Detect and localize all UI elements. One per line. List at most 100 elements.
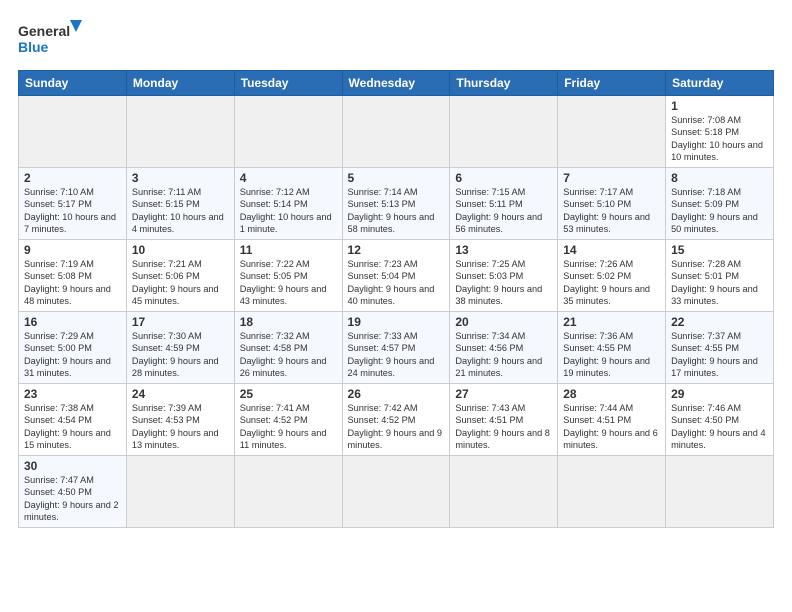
day-number: 12 [348, 243, 445, 257]
calendar-cell [19, 96, 127, 168]
day-info: Sunrise: 7:33 AM Sunset: 4:57 PM Dayligh… [348, 330, 445, 380]
day-info: Sunrise: 7:19 AM Sunset: 5:08 PM Dayligh… [24, 258, 121, 308]
day-info: Sunrise: 7:15 AM Sunset: 5:11 PM Dayligh… [455, 186, 552, 236]
calendar-cell: 27Sunrise: 7:43 AM Sunset: 4:51 PM Dayli… [450, 384, 558, 456]
day-info: Sunrise: 7:29 AM Sunset: 5:00 PM Dayligh… [24, 330, 121, 380]
calendar-cell: 6Sunrise: 7:15 AM Sunset: 5:11 PM Daylig… [450, 168, 558, 240]
day-info: Sunrise: 7:12 AM Sunset: 5:14 PM Dayligh… [240, 186, 337, 236]
calendar-cell: 8Sunrise: 7:18 AM Sunset: 5:09 PM Daylig… [666, 168, 774, 240]
day-number: 2 [24, 171, 121, 185]
day-number: 4 [240, 171, 337, 185]
week-row-3: 9Sunrise: 7:19 AM Sunset: 5:08 PM Daylig… [19, 240, 774, 312]
logo-svg: General Blue [18, 18, 88, 60]
header: General Blue [18, 18, 774, 60]
calendar-cell: 10Sunrise: 7:21 AM Sunset: 5:06 PM Dayli… [126, 240, 234, 312]
calendar-cell: 7Sunrise: 7:17 AM Sunset: 5:10 PM Daylig… [558, 168, 666, 240]
day-info: Sunrise: 7:47 AM Sunset: 4:50 PM Dayligh… [24, 474, 121, 524]
calendar-cell: 30Sunrise: 7:47 AM Sunset: 4:50 PM Dayli… [19, 456, 127, 528]
day-number: 19 [348, 315, 445, 329]
calendar-cell: 9Sunrise: 7:19 AM Sunset: 5:08 PM Daylig… [19, 240, 127, 312]
day-number: 22 [671, 315, 768, 329]
day-number: 26 [348, 387, 445, 401]
day-number: 8 [671, 171, 768, 185]
calendar-cell: 29Sunrise: 7:46 AM Sunset: 4:50 PM Dayli… [666, 384, 774, 456]
day-info: Sunrise: 7:32 AM Sunset: 4:58 PM Dayligh… [240, 330, 337, 380]
calendar-cell: 28Sunrise: 7:44 AM Sunset: 4:51 PM Dayli… [558, 384, 666, 456]
calendar-cell: 18Sunrise: 7:32 AM Sunset: 4:58 PM Dayli… [234, 312, 342, 384]
calendar-cell: 13Sunrise: 7:25 AM Sunset: 5:03 PM Dayli… [450, 240, 558, 312]
day-info: Sunrise: 7:42 AM Sunset: 4:52 PM Dayligh… [348, 402, 445, 452]
day-info: Sunrise: 7:14 AM Sunset: 5:13 PM Dayligh… [348, 186, 445, 236]
weekday-header-saturday: Saturday [666, 71, 774, 96]
day-number: 1 [671, 99, 768, 113]
calendar-cell: 19Sunrise: 7:33 AM Sunset: 4:57 PM Dayli… [342, 312, 450, 384]
calendar-cell [234, 96, 342, 168]
day-number: 5 [348, 171, 445, 185]
calendar-cell [558, 96, 666, 168]
calendar-cell [558, 456, 666, 528]
day-number: 28 [563, 387, 660, 401]
weekday-header-monday: Monday [126, 71, 234, 96]
svg-text:General: General [18, 23, 70, 39]
day-info: Sunrise: 7:21 AM Sunset: 5:06 PM Dayligh… [132, 258, 229, 308]
day-number: 23 [24, 387, 121, 401]
day-info: Sunrise: 7:30 AM Sunset: 4:59 PM Dayligh… [132, 330, 229, 380]
day-number: 16 [24, 315, 121, 329]
weekday-header-thursday: Thursday [450, 71, 558, 96]
day-info: Sunrise: 7:44 AM Sunset: 4:51 PM Dayligh… [563, 402, 660, 452]
day-number: 18 [240, 315, 337, 329]
day-number: 30 [24, 459, 121, 473]
week-row-4: 16Sunrise: 7:29 AM Sunset: 5:00 PM Dayli… [19, 312, 774, 384]
svg-text:Blue: Blue [18, 39, 49, 55]
calendar-cell [666, 456, 774, 528]
day-info: Sunrise: 7:08 AM Sunset: 5:18 PM Dayligh… [671, 114, 768, 164]
day-info: Sunrise: 7:41 AM Sunset: 4:52 PM Dayligh… [240, 402, 337, 452]
day-number: 17 [132, 315, 229, 329]
weekday-header-friday: Friday [558, 71, 666, 96]
calendar-cell: 17Sunrise: 7:30 AM Sunset: 4:59 PM Dayli… [126, 312, 234, 384]
day-info: Sunrise: 7:23 AM Sunset: 5:04 PM Dayligh… [348, 258, 445, 308]
day-number: 14 [563, 243, 660, 257]
calendar-cell [342, 456, 450, 528]
day-info: Sunrise: 7:28 AM Sunset: 5:01 PM Dayligh… [671, 258, 768, 308]
week-row-1: 1Sunrise: 7:08 AM Sunset: 5:18 PM Daylig… [19, 96, 774, 168]
day-info: Sunrise: 7:43 AM Sunset: 4:51 PM Dayligh… [455, 402, 552, 452]
day-number: 6 [455, 171, 552, 185]
calendar-cell: 11Sunrise: 7:22 AM Sunset: 5:05 PM Dayli… [234, 240, 342, 312]
page: General Blue SundayMondayTuesdayWednesda… [0, 0, 792, 612]
day-info: Sunrise: 7:38 AM Sunset: 4:54 PM Dayligh… [24, 402, 121, 452]
calendar-table: SundayMondayTuesdayWednesdayThursdayFrid… [18, 70, 774, 528]
calendar-cell: 5Sunrise: 7:14 AM Sunset: 5:13 PM Daylig… [342, 168, 450, 240]
calendar-cell: 23Sunrise: 7:38 AM Sunset: 4:54 PM Dayli… [19, 384, 127, 456]
calendar-cell [450, 456, 558, 528]
day-info: Sunrise: 7:18 AM Sunset: 5:09 PM Dayligh… [671, 186, 768, 236]
calendar-cell [342, 96, 450, 168]
logo: General Blue [18, 18, 88, 60]
calendar-cell: 21Sunrise: 7:36 AM Sunset: 4:55 PM Dayli… [558, 312, 666, 384]
calendar-cell: 20Sunrise: 7:34 AM Sunset: 4:56 PM Dayli… [450, 312, 558, 384]
calendar-cell: 25Sunrise: 7:41 AM Sunset: 4:52 PM Dayli… [234, 384, 342, 456]
day-info: Sunrise: 7:22 AM Sunset: 5:05 PM Dayligh… [240, 258, 337, 308]
day-info: Sunrise: 7:26 AM Sunset: 5:02 PM Dayligh… [563, 258, 660, 308]
day-number: 13 [455, 243, 552, 257]
calendar-cell: 1Sunrise: 7:08 AM Sunset: 5:18 PM Daylig… [666, 96, 774, 168]
day-number: 21 [563, 315, 660, 329]
day-number: 24 [132, 387, 229, 401]
calendar-cell [234, 456, 342, 528]
calendar-cell: 22Sunrise: 7:37 AM Sunset: 4:55 PM Dayli… [666, 312, 774, 384]
day-info: Sunrise: 7:36 AM Sunset: 4:55 PM Dayligh… [563, 330, 660, 380]
weekday-header-sunday: Sunday [19, 71, 127, 96]
calendar-cell [450, 96, 558, 168]
day-number: 29 [671, 387, 768, 401]
day-info: Sunrise: 7:11 AM Sunset: 5:15 PM Dayligh… [132, 186, 229, 236]
day-number: 20 [455, 315, 552, 329]
day-info: Sunrise: 7:37 AM Sunset: 4:55 PM Dayligh… [671, 330, 768, 380]
calendar-cell: 4Sunrise: 7:12 AM Sunset: 5:14 PM Daylig… [234, 168, 342, 240]
calendar-cell: 26Sunrise: 7:42 AM Sunset: 4:52 PM Dayli… [342, 384, 450, 456]
day-number: 27 [455, 387, 552, 401]
day-number: 10 [132, 243, 229, 257]
day-number: 11 [240, 243, 337, 257]
calendar-cell [126, 96, 234, 168]
week-row-2: 2Sunrise: 7:10 AM Sunset: 5:17 PM Daylig… [19, 168, 774, 240]
weekday-header-row: SundayMondayTuesdayWednesdayThursdayFrid… [19, 71, 774, 96]
